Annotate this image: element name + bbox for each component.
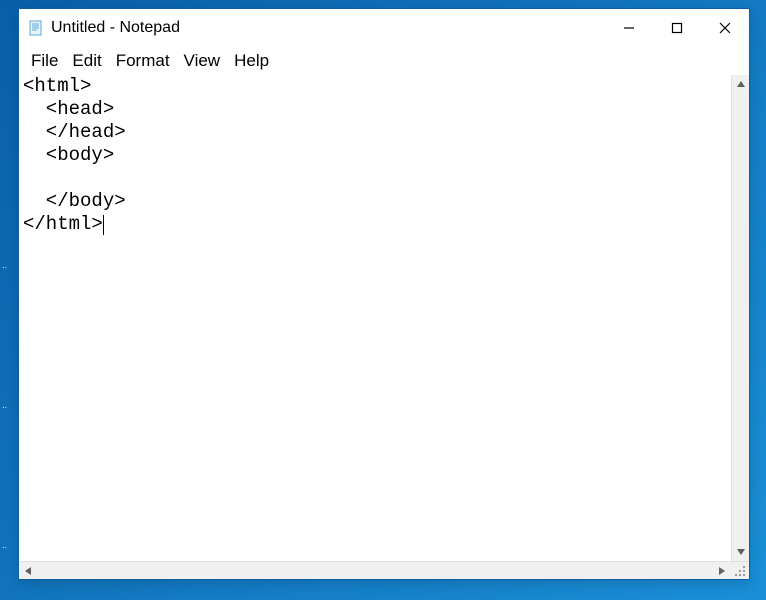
window-controls (605, 9, 749, 47)
notepad-window: Untitled - Notepad File Edit (18, 8, 750, 580)
close-button[interactable] (701, 9, 749, 47)
desktop-icon-fragment: .. (2, 540, 14, 550)
scroll-down-arrow[interactable] (732, 543, 749, 561)
scroll-track[interactable] (732, 93, 749, 543)
bottom-bar (19, 561, 749, 579)
resize-grip[interactable] (731, 562, 749, 580)
scroll-left-arrow[interactable] (19, 562, 37, 579)
titlebar[interactable]: Untitled - Notepad (19, 9, 749, 47)
menu-file[interactable]: File (25, 49, 64, 73)
vertical-scrollbar[interactable] (731, 75, 749, 561)
menu-view[interactable]: View (178, 49, 227, 73)
desktop-icon-fragment: .. (2, 400, 14, 410)
window-title: Untitled - Notepad (51, 19, 180, 37)
menubar: File Edit Format View Help (19, 47, 749, 75)
close-icon (719, 22, 731, 34)
menu-edit[interactable]: Edit (66, 49, 107, 73)
text-cursor (103, 215, 104, 235)
menu-help[interactable]: Help (228, 49, 275, 73)
horizontal-scrollbar[interactable] (19, 562, 731, 579)
notepad-app-icon (27, 19, 45, 37)
maximize-button[interactable] (653, 9, 701, 47)
scroll-up-arrow[interactable] (732, 75, 749, 93)
text-editor[interactable]: <html> <head> </head> <body> </body> </h… (19, 75, 731, 561)
scroll-track-h[interactable] (37, 562, 713, 579)
maximize-icon (671, 22, 683, 34)
minimize-button[interactable] (605, 9, 653, 47)
menu-format[interactable]: Format (110, 49, 176, 73)
desktop-icon-fragment: .. (2, 260, 14, 270)
minimize-icon (623, 22, 635, 34)
editor-area: <html> <head> </head> <body> </body> </h… (19, 75, 749, 561)
scroll-right-arrow[interactable] (713, 562, 731, 579)
